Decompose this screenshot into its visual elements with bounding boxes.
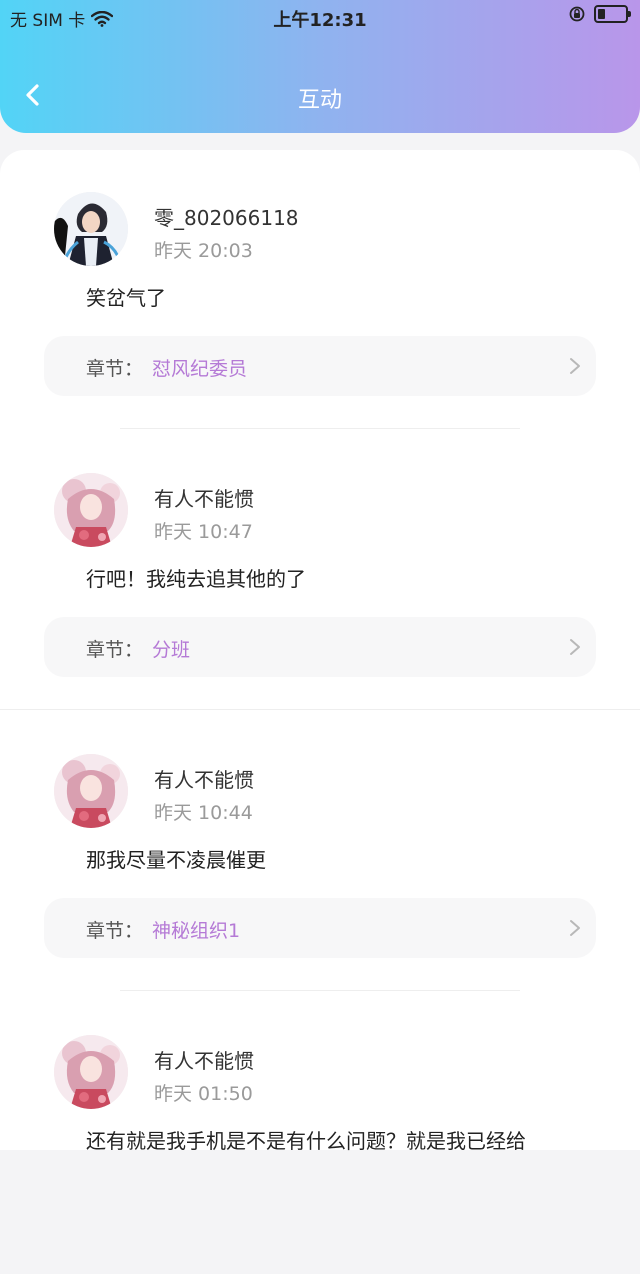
nav-bar: 互动 xyxy=(0,60,640,132)
battery-icon xyxy=(594,5,631,23)
divider xyxy=(120,428,520,429)
comment-item: 零_802066118 昨天 20:03 笑岔气了 章节： 怼风纪委员 xyxy=(0,150,640,431)
divider xyxy=(0,709,640,710)
anime-girl-avatar-icon xyxy=(54,1035,128,1109)
chapter-link[interactable]: 章节： 神秘组织1 xyxy=(44,898,596,958)
comment-time: 昨天 20:03 xyxy=(154,240,253,262)
anime-girl-avatar-icon xyxy=(54,754,128,828)
chapter-label: 章节： xyxy=(86,358,144,380)
orientation-lock-icon xyxy=(569,6,585,22)
username: 有人不能惯 xyxy=(154,1049,254,1073)
avatar[interactable] xyxy=(54,473,128,547)
comment-list[interactable]: 零_802066118 昨天 20:03 笑岔气了 章节： 怼风纪委员 有人不能… xyxy=(0,150,640,1153)
comment-item: 有人不能惯 昨天 10:47 行吧！我纯去追其他的了 章节： 分班 xyxy=(0,431,640,712)
chapter-name: 怼风纪委员 xyxy=(152,358,248,380)
chapter-label: 章节： xyxy=(86,920,144,942)
status-time: 上午12:31 xyxy=(273,10,367,31)
chapter-name: 神秘组织1 xyxy=(152,920,241,942)
chevron-right-icon xyxy=(570,920,580,936)
username: 零_802066118 xyxy=(154,206,299,230)
avatar[interactable] xyxy=(54,1035,128,1109)
username: 有人不能惯 xyxy=(154,487,254,511)
comment-text: 那我尽量不凌晨催更 xyxy=(86,848,266,872)
status-right xyxy=(568,5,631,23)
comment-item: 有人不能惯 昨天 10:44 那我尽量不凌晨催更 章节： 神秘组织1 xyxy=(0,712,640,993)
avatar[interactable] xyxy=(54,754,128,828)
username: 有人不能惯 xyxy=(154,768,254,792)
avatar[interactable] xyxy=(54,192,128,266)
comment-text: 行吧！我纯去追其他的了 xyxy=(86,567,306,591)
comment-time: 昨天 10:47 xyxy=(154,521,253,543)
header: 无 SIM 卡 上午12:31 互动 xyxy=(0,0,640,133)
comment-item: 有人不能惯 昨天 01:50 还有就是我手机是不是有什么问题？就是我已经给 xyxy=(0,993,640,1274)
comment-time: 昨天 01:50 xyxy=(154,1083,253,1105)
chapter-link[interactable]: 章节： 怼风纪委员 xyxy=(44,336,596,396)
comment-time: 昨天 10:44 xyxy=(154,802,253,824)
divider xyxy=(120,990,520,991)
status-bar: 无 SIM 卡 上午12:31 xyxy=(0,0,640,34)
page-title: 互动 xyxy=(297,88,342,113)
chevron-right-icon xyxy=(570,639,580,655)
comment-text: 还有就是我手机是不是有什么问题？就是我已经给 xyxy=(86,1129,526,1153)
comment-text: 笑岔气了 xyxy=(86,286,166,310)
battery-fill xyxy=(598,9,605,19)
chapter-link[interactable]: 章节： 分班 xyxy=(44,617,596,677)
chapter-name: 分班 xyxy=(152,639,191,661)
anime-boy-avatar-icon xyxy=(54,192,128,266)
chevron-right-icon xyxy=(570,358,580,374)
chapter-label: 章节： xyxy=(86,639,144,661)
anime-girl-avatar-icon xyxy=(54,473,128,547)
